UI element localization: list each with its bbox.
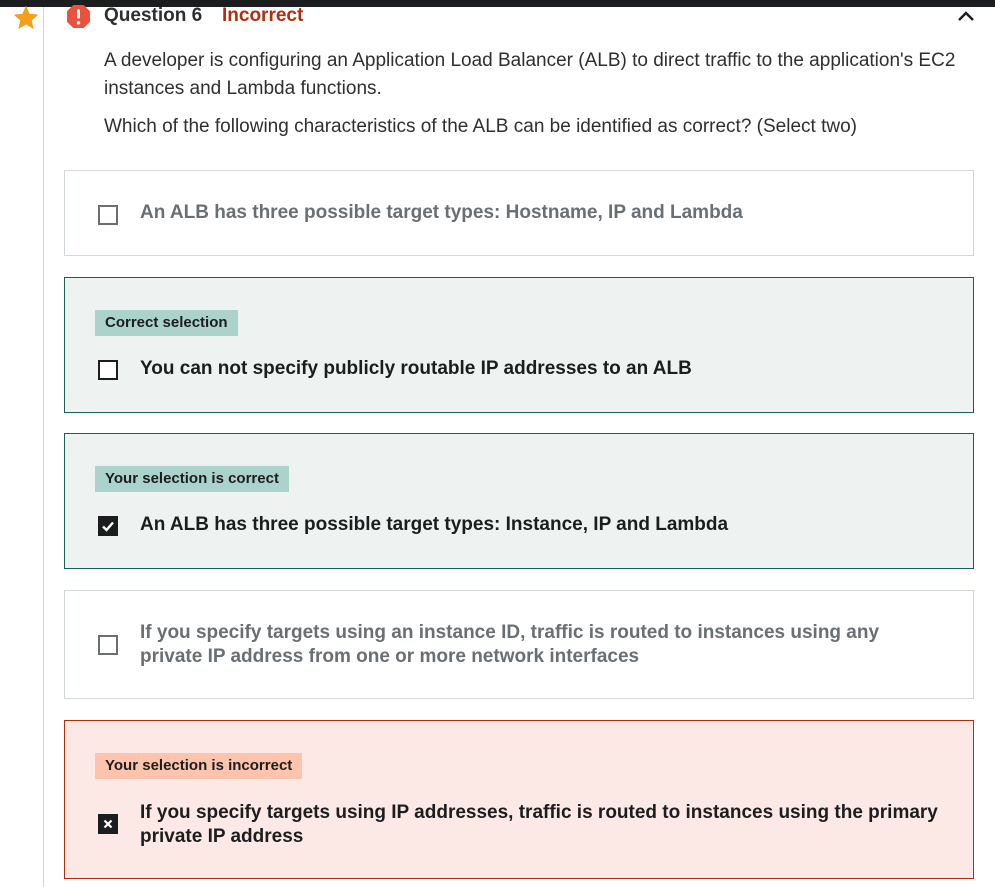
checkmark-icon <box>102 521 114 532</box>
x-mark-icon <box>103 819 113 829</box>
star-icon[interactable] <box>12 4 40 32</box>
answer-option-3[interactable]: Your selection is correct An ALB has thr… <box>64 433 974 569</box>
option-text-2: You can not specify publicly routable IP… <box>140 358 692 379</box>
selection-incorrect-badge: Your selection is incorrect <box>95 753 303 779</box>
answer-option-2[interactable]: Correct selection You can not specify pu… <box>64 277 974 413</box>
answer-option-1[interactable]: An ALB has three possible target types: … <box>64 170 974 256</box>
option-text-5: If you specify targets using IP addresse… <box>140 802 938 847</box>
answer-option-4[interactable]: If you specify targets using an instance… <box>64 590 974 699</box>
question-instruction: Which of the following characteristics o… <box>104 116 857 137</box>
question-number: Question 6 <box>104 5 203 26</box>
checkbox-4[interactable] <box>98 635 118 655</box>
option-text-1: An ALB has three possible target types: … <box>140 202 743 223</box>
question-status: Incorrect <box>222 5 304 26</box>
checkbox-5[interactable] <box>98 814 118 834</box>
checkbox-2[interactable] <box>98 360 118 380</box>
checkbox-3[interactable] <box>98 516 118 536</box>
answer-option-5[interactable]: Your selection is incorrect If you speci… <box>64 720 974 879</box>
divider <box>43 7 44 887</box>
chevron-up-icon[interactable] <box>957 9 975 23</box>
option-text-4: If you specify targets using an instance… <box>140 622 880 667</box>
option-text-3: An ALB has three possible target types: … <box>140 514 729 535</box>
selection-correct-badge: Your selection is correct <box>95 466 289 492</box>
alert-icon <box>67 5 90 28</box>
question-prompt: A developer is configuring an Applicatio… <box>104 50 956 99</box>
correct-selection-badge: Correct selection <box>95 310 238 336</box>
checkbox-1[interactable] <box>98 205 118 225</box>
